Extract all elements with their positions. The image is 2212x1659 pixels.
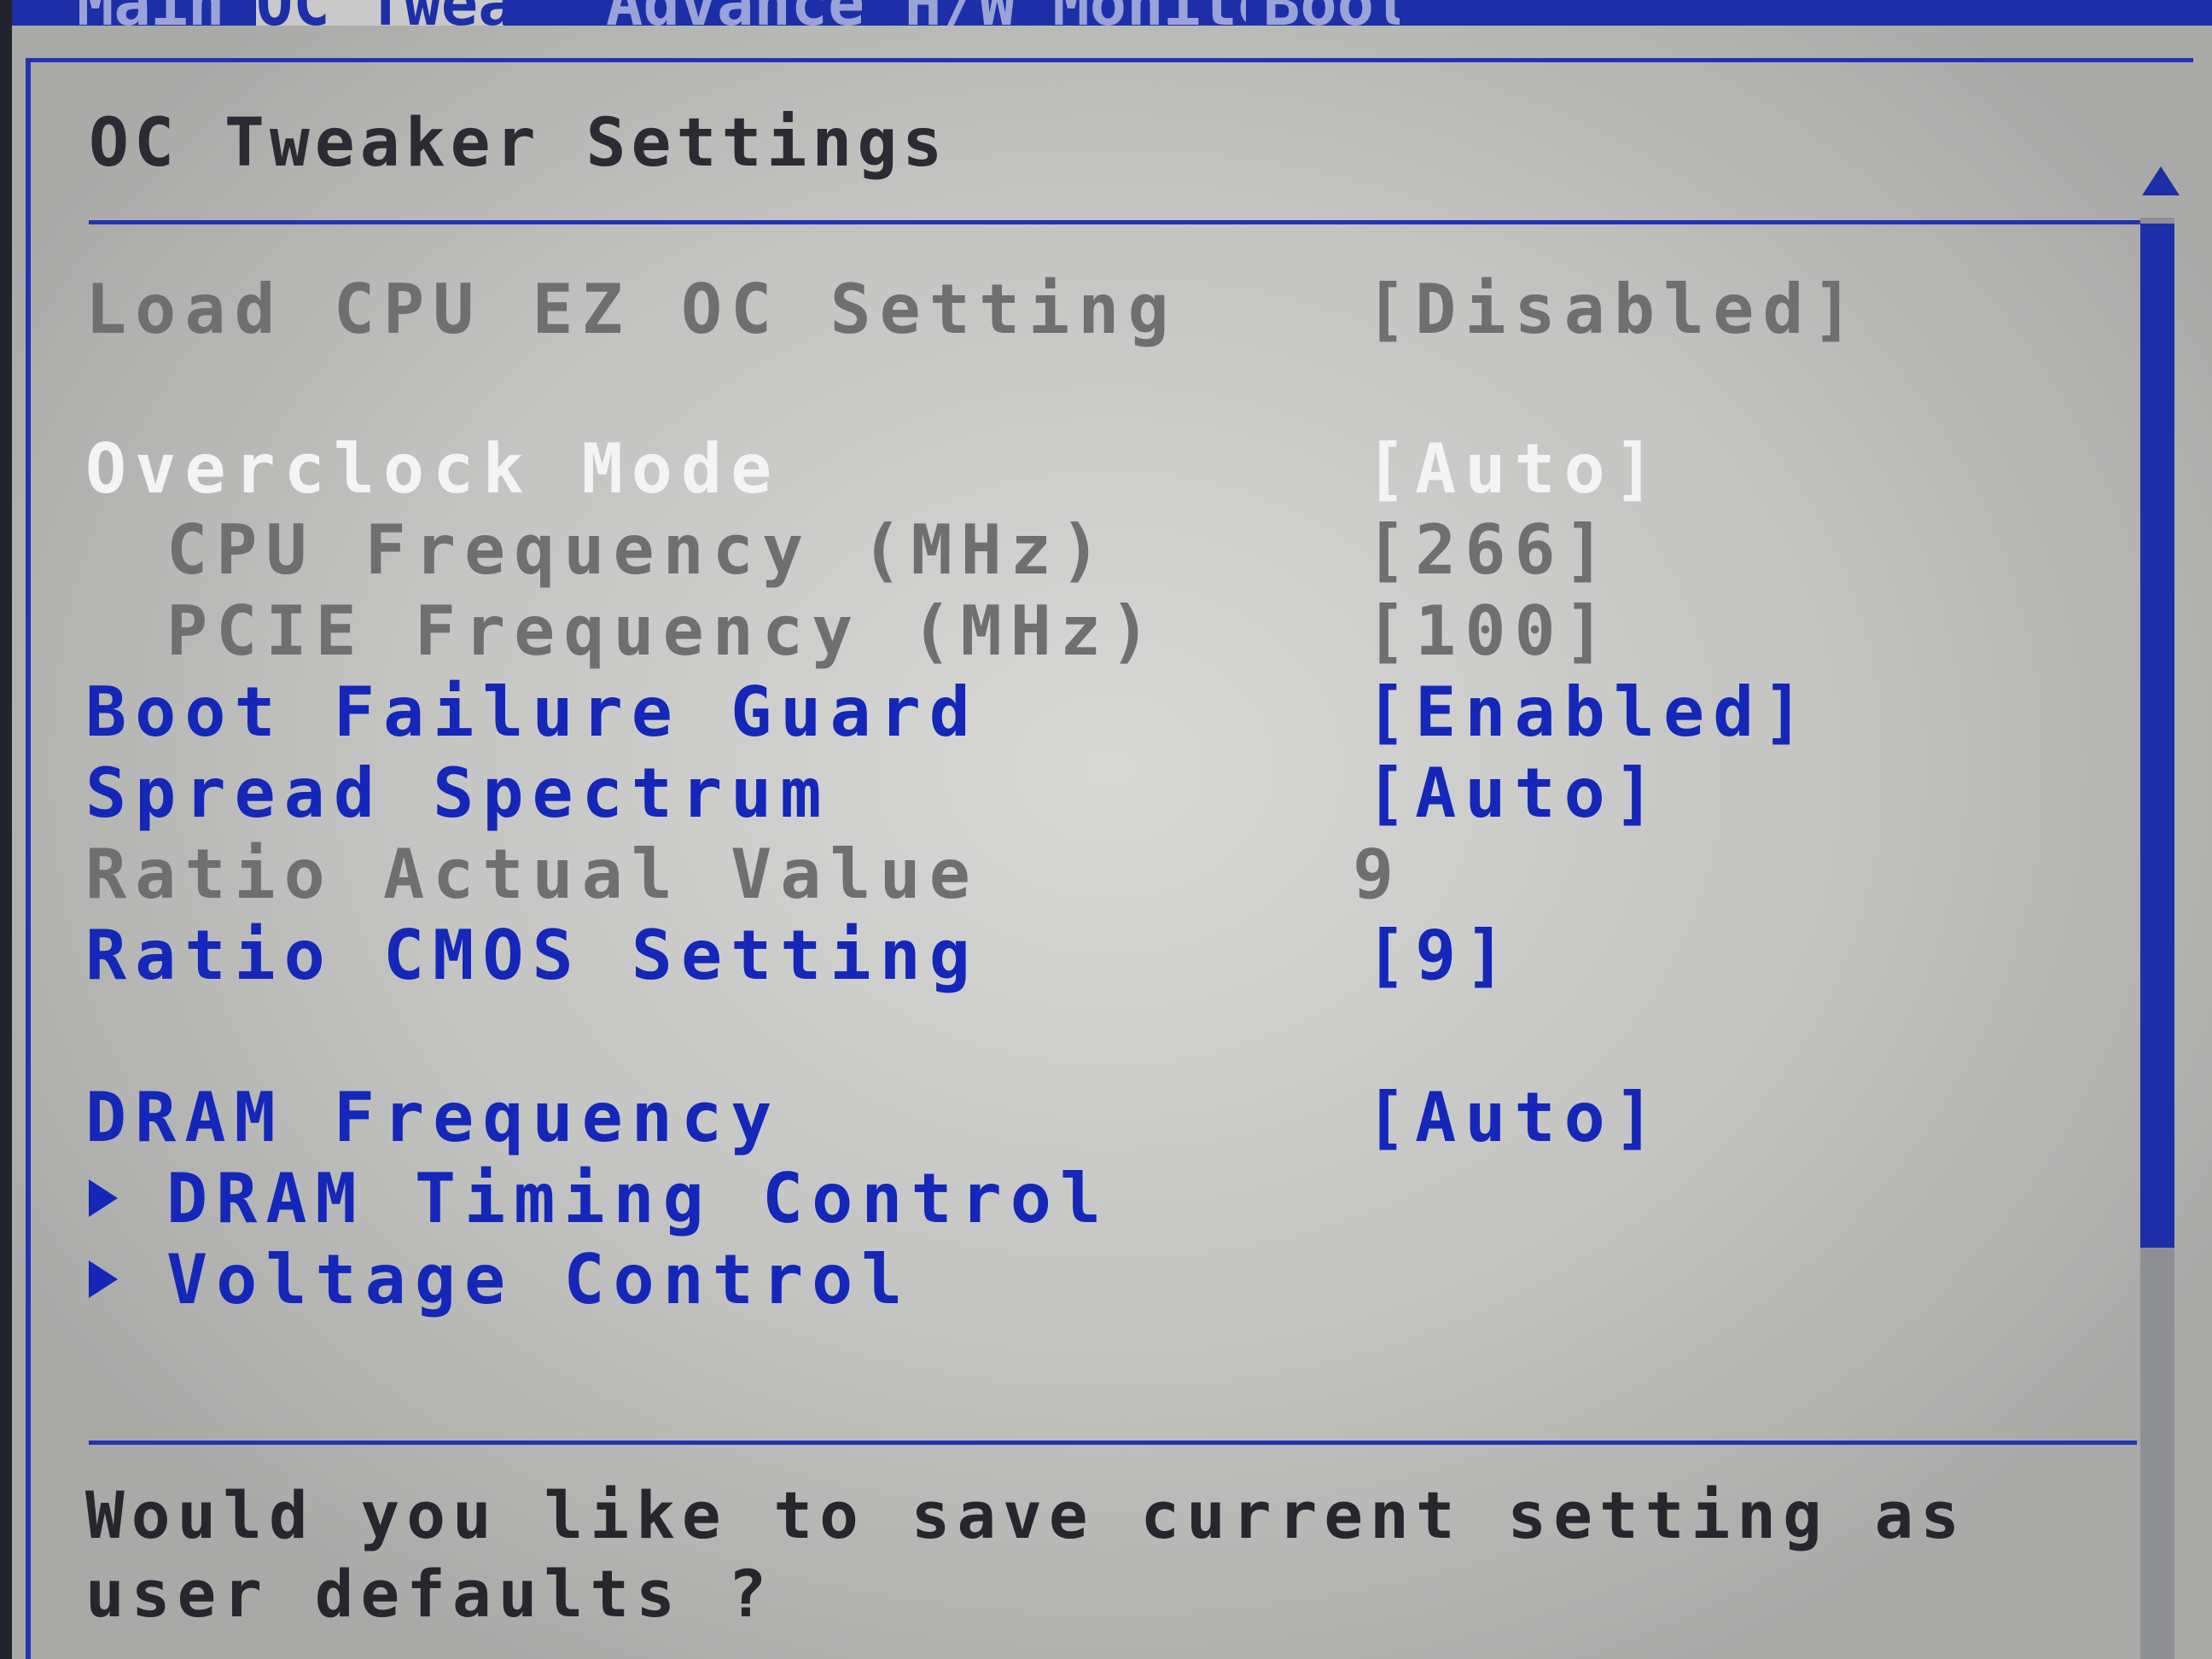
- scrollbar-thumb[interactable]: [2140, 224, 2174, 1248]
- bios-screen: Main OC Tweaker Advanced H/W Monitor Boo…: [0, 0, 2212, 1659]
- help-text: Would you like to save current setting a…: [85, 1477, 1966, 1632]
- setting-label: Ratio CMOS Setting: [85, 916, 979, 995]
- setting-row-ratio-cmos-setting[interactable]: Ratio CMOS Setting [9]: [0, 917, 2048, 994]
- submenu-arrow-icon: [89, 1260, 118, 1298]
- setting-row-pcie-frequency[interactable]: PCIE Frequency (MHz) [100]: [0, 593, 2048, 670]
- setting-value: [266]: [1365, 510, 1614, 590]
- setting-row-boot-failure-guard[interactable]: Boot Failure Guard [Enabled]: [0, 674, 2048, 751]
- submenu-arrow-icon: [89, 1179, 118, 1217]
- setting-row-dram-frequency[interactable]: DRAM Frequency [Auto]: [0, 1080, 2048, 1156]
- setting-value: 9: [1353, 835, 1403, 914]
- setting-row-load-cpu-ez-oc[interactable]: Load CPU EZ OC Setting [Disabled]: [0, 271, 2048, 348]
- setting-label: Overclock Mode: [85, 429, 781, 509]
- submenu-dram-timing-control[interactable]: DRAM Timing Control: [0, 1161, 2048, 1237]
- tab-bar: Main OC Tweaker Advanced H/W Monitor Boo…: [0, 0, 2212, 26]
- setting-row-cpu-frequency[interactable]: CPU Frequency (MHz) [266]: [0, 512, 2048, 589]
- setting-label: Boot Failure Guard: [85, 672, 979, 752]
- title-divider: [89, 220, 2163, 224]
- tab-hw-monitor[interactable]: H/W Monitor: [905, 0, 1246, 26]
- setting-label: CPU Frequency (MHz): [166, 510, 1110, 590]
- tab-advanced[interactable]: Advanced: [606, 0, 862, 26]
- scroll-up-arrow-icon[interactable]: [2142, 166, 2180, 195]
- setting-value: [100]: [1365, 591, 1614, 671]
- setting-value: [Enabled]: [1365, 672, 1813, 752]
- tab-oc-tweaker[interactable]: OC Tweaker: [256, 0, 504, 26]
- tab-boot[interactable]: Boot: [1263, 0, 1400, 26]
- page-title: OC Tweaker Settings: [89, 105, 948, 182]
- tab-main[interactable]: Main: [77, 0, 256, 26]
- submenu-label: DRAM Timing Control: [166, 1159, 1110, 1238]
- submenu-voltage-control[interactable]: Voltage Control: [0, 1242, 2048, 1318]
- setting-row-overclock-mode[interactable]: Overclock Mode [Auto]: [0, 431, 2048, 508]
- setting-label: Load CPU EZ OC Setting: [85, 270, 1178, 349]
- setting-label: DRAM Frequency: [85, 1078, 781, 1157]
- setting-value: [Disabled]: [1365, 270, 1862, 349]
- setting-row-ratio-actual-value: Ratio Actual Value 9: [0, 836, 2048, 913]
- setting-value: [9]: [1365, 916, 1515, 995]
- setting-label: Ratio Actual Value: [85, 835, 979, 914]
- setting-value: [Auto]: [1365, 1078, 1663, 1157]
- submenu-label: Voltage Control: [166, 1240, 911, 1319]
- setting-label: PCIE Frequency (MHz): [166, 591, 1160, 671]
- setting-value: [Auto]: [1365, 429, 1663, 509]
- setting-row-spread-spectrum[interactable]: Spread Spectrum [Auto]: [0, 755, 2048, 832]
- setting-value: [Auto]: [1365, 754, 1663, 833]
- setting-label: Spread Spectrum: [85, 754, 830, 833]
- help-divider: [89, 1441, 2137, 1445]
